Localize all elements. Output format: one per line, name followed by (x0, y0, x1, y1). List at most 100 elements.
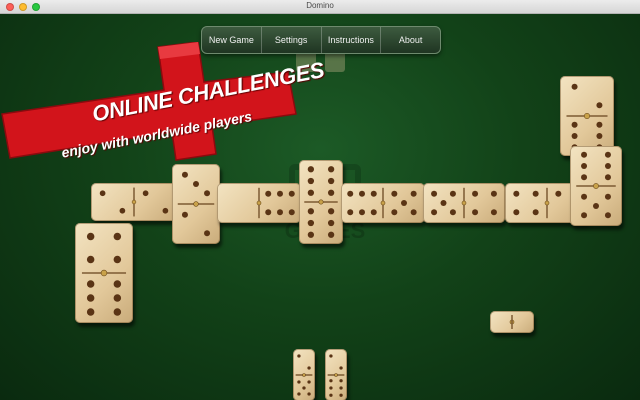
pip (596, 121, 603, 128)
pip (593, 203, 599, 209)
pip (297, 354, 301, 358)
pip (581, 212, 588, 219)
pip (297, 392, 301, 396)
pip (329, 386, 333, 390)
pip (571, 121, 578, 128)
tile-rivet (318, 199, 324, 205)
pip (113, 255, 122, 264)
pip (532, 190, 539, 197)
pip (581, 151, 588, 158)
pip (288, 209, 295, 216)
pip (596, 133, 603, 139)
boneyard-tile[interactable] (490, 311, 534, 333)
about-button[interactable]: About (381, 27, 440, 53)
pip (581, 174, 588, 181)
pip (307, 189, 315, 196)
tile-4-6-vertical (75, 223, 133, 323)
pip (86, 308, 95, 316)
pip (604, 212, 611, 219)
pip (181, 211, 188, 218)
pip (327, 177, 335, 185)
pip (581, 193, 588, 200)
banner-ribbon (1, 42, 297, 161)
pip (410, 190, 417, 197)
pip (581, 163, 588, 169)
tile-6-5-vertical (570, 146, 622, 226)
pip (571, 83, 578, 90)
tile-rivet (593, 183, 599, 189)
pip (307, 208, 315, 215)
pip (401, 200, 407, 206)
pip (490, 209, 497, 216)
pip (327, 208, 335, 215)
pip (265, 209, 272, 216)
window-title: Domino (306, 1, 334, 10)
pip (339, 393, 343, 397)
pip (410, 209, 417, 216)
pip (302, 386, 306, 390)
pip (596, 102, 603, 109)
hand-tile-2[interactable] (325, 349, 347, 400)
tile-rivet (302, 373, 306, 377)
pip (604, 151, 611, 158)
pip (370, 190, 377, 197)
pip (119, 207, 126, 214)
pip (307, 166, 315, 173)
pip (391, 209, 398, 216)
pip (329, 379, 333, 383)
pip (513, 190, 520, 197)
tile-6-5-horizontal (341, 183, 425, 223)
pip (472, 190, 479, 197)
pip (307, 177, 315, 185)
pip (86, 232, 95, 241)
pip (359, 190, 365, 197)
tile-5-4-horizontal (423, 183, 505, 223)
pip (513, 209, 520, 216)
pip (604, 163, 611, 169)
pip (307, 380, 311, 384)
pip (490, 190, 497, 197)
pip (327, 219, 335, 227)
pip (329, 354, 333, 358)
pip (370, 209, 377, 216)
hand-tile-1[interactable] (293, 349, 315, 400)
game-table: GAMES New Game Settings Instructions Abo… (0, 14, 640, 400)
tile-rivet (334, 373, 338, 377)
tile-rivet (100, 269, 108, 277)
pip (440, 200, 447, 206)
pip (571, 133, 578, 139)
tile-rivet (193, 201, 199, 207)
pip (307, 231, 315, 238)
pip (431, 209, 438, 216)
pip (86, 294, 95, 302)
pip (327, 231, 335, 238)
pip (327, 166, 335, 173)
pip (339, 386, 343, 390)
pip (86, 280, 95, 288)
pip (472, 209, 479, 216)
pip (297, 380, 301, 384)
pip (347, 190, 354, 197)
pip (307, 219, 315, 227)
pip (604, 193, 611, 200)
online-challenges-banner[interactable]: ONLINE CHALLENGES enjoy with worldwide p… (0, 42, 326, 202)
pip (555, 190, 562, 197)
pip (339, 379, 343, 383)
pip (347, 209, 354, 216)
pip (113, 294, 122, 302)
pip (277, 209, 283, 216)
instructions-button[interactable]: Instructions (322, 27, 382, 53)
pip (604, 174, 611, 181)
pip (307, 392, 311, 396)
pip (113, 308, 122, 316)
tile-rivet (544, 200, 550, 206)
pip (339, 366, 343, 370)
tile-rivet (461, 200, 467, 206)
tile-rivet (583, 112, 590, 119)
domino-window: Domino GAMES New Game Settings Instructi… (0, 0, 640, 400)
pip (204, 230, 211, 237)
pip (86, 255, 95, 264)
pip (532, 209, 539, 216)
tile-rivet (380, 200, 386, 206)
pip (113, 232, 122, 241)
